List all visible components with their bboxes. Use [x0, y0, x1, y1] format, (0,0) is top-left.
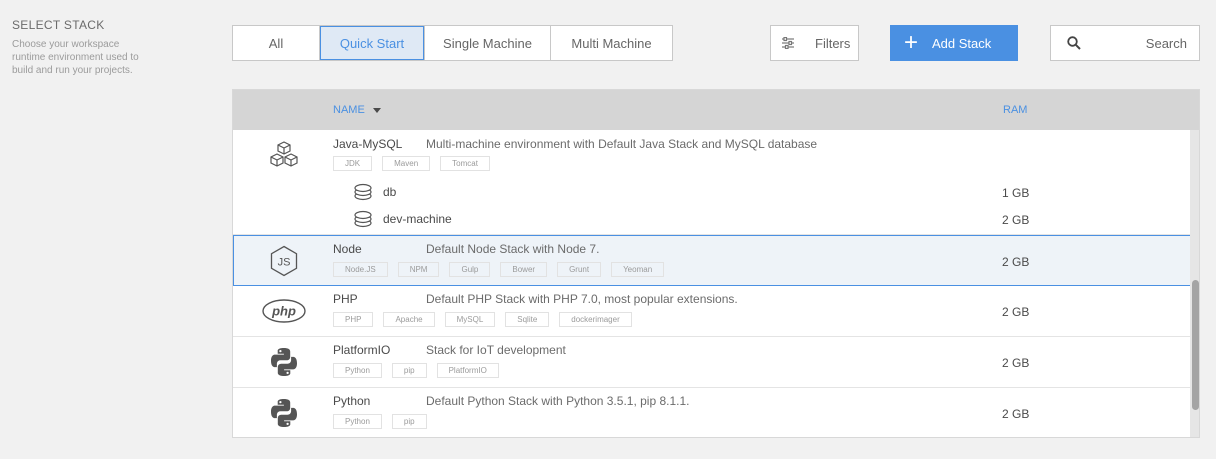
select-stack-panel: SELECT STACK Choose your workspace runti… [12, 18, 152, 77]
tag: Python [333, 414, 382, 429]
filters-button[interactable]: Filters [770, 25, 859, 61]
php-icon: php [259, 290, 309, 332]
tag: Apache [383, 312, 435, 327]
stack-row-php[interactable]: php PHP Default PHP Stack with PHP 7.0, … [233, 286, 1191, 337]
search-icon [1067, 36, 1081, 50]
table-scrollbar[interactable] [1190, 130, 1199, 437]
machine-row-db: db [353, 183, 396, 201]
database-icon [354, 183, 372, 201]
search-input[interactable] [1087, 35, 1187, 51]
tag: Maven [382, 156, 431, 171]
stack-row-platformio[interactable]: PlatformIO Stack for IoT development Pyt… [233, 337, 1191, 388]
stack-tags: PHP Apache MySQL Sqlite dockerimager [333, 312, 632, 327]
filter-single-machine-button[interactable]: Single Machine [425, 26, 551, 60]
tag: Grunt [557, 262, 602, 277]
filter-all-button[interactable]: All [233, 26, 320, 60]
stack-name: PlatformIO [333, 343, 391, 357]
filters-label: Filters [815, 35, 851, 51]
stack-row-node[interactable]: JS Node Default Node Stack with Node 7. … [233, 235, 1191, 286]
tag: Yeoman [611, 262, 665, 277]
column-name-label: NAME [333, 104, 365, 116]
plus-icon: + [904, 29, 919, 56]
cubes-icon [263, 136, 305, 178]
tag: Python [333, 363, 382, 378]
stack-ram: 2 GB [1002, 407, 1030, 421]
stack-ram: 2 GB [1002, 305, 1030, 319]
stack-tags: JDK Maven Tomcat [333, 156, 490, 171]
search-box [1050, 25, 1200, 61]
stack-name: PHP [333, 292, 358, 306]
machine-name: dev-machine [383, 212, 452, 226]
stack-description: Default PHP Stack with PHP 7.0, most pop… [426, 292, 738, 306]
python-icon [263, 341, 305, 383]
tag: MySQL [444, 312, 496, 327]
stack-description: Stack for IoT development [426, 343, 566, 357]
sort-caret-icon [372, 107, 381, 113]
tag: PlatformIO [436, 363, 499, 378]
nodejs-icon: JS [263, 240, 305, 282]
stack-description: Default Node Stack with Node 7. [426, 242, 600, 256]
stack-row-java-mysql[interactable]: Java-MySQL Multi-machine environment wit… [233, 130, 1191, 235]
machine-ram: 2 GB [1002, 213, 1030, 227]
tag: NPM [397, 262, 440, 277]
add-stack-button[interactable]: + Add Stack [890, 25, 1018, 61]
svg-text:php: php [271, 304, 296, 319]
tag: pip [391, 414, 427, 429]
machine-ram: 1 GB [1002, 186, 1030, 200]
stack-tags: Python pip [333, 414, 427, 429]
panel-description: Choose your workspace runtime environmen… [12, 39, 139, 76]
tag: Gulp [449, 262, 491, 277]
machine-row-dev-machine: dev-machine [353, 210, 452, 228]
tag: pip [391, 363, 427, 378]
panel-title: SELECT STACK [12, 18, 105, 32]
tag: PHP [333, 312, 374, 327]
table-header: NAME RAM [233, 90, 1199, 130]
tag: dockerimager [559, 312, 632, 327]
stack-name: Node [333, 242, 362, 256]
scrollbar-thumb[interactable] [1192, 280, 1199, 410]
tag: Node.JS [333, 262, 388, 277]
stack-name: Python [333, 394, 371, 408]
sliders-icon [782, 37, 794, 49]
svg-text:JS: JS [278, 257, 291, 269]
machine-name: db [383, 185, 397, 199]
column-header-ram[interactable]: RAM [1003, 104, 1027, 116]
tag: Bower [500, 262, 548, 277]
add-stack-label: Add Stack [932, 35, 992, 51]
stacks-table: NAME RAM Java-MySQL Multi-machine enviro… [232, 89, 1200, 438]
stack-description: Default Python Stack with Python 3.5.1, … [426, 394, 690, 408]
stack-tags: Node.JS NPM Gulp Bower Grunt Yeoman [333, 262, 665, 277]
stack-ram: 2 GB [1002, 255, 1030, 269]
column-header-name[interactable]: NAME [333, 104, 381, 116]
stack-description: Multi-machine environment with Default J… [426, 137, 818, 151]
stack-name: Java-MySQL [333, 137, 403, 151]
tag: Sqlite [505, 312, 550, 327]
database-icon [354, 210, 372, 228]
python-icon [263, 392, 305, 434]
stack-filter-tabs: All Quick Start Single Machine Multi Mac… [232, 25, 673, 61]
stack-ram: 2 GB [1002, 356, 1030, 370]
stack-row-python[interactable]: Python Default Python Stack with Python … [233, 388, 1191, 437]
tag: JDK [333, 156, 373, 171]
tag: Tomcat [440, 156, 490, 171]
filter-multi-machine-button[interactable]: Multi Machine [551, 26, 672, 60]
stack-tags: Python pip PlatformIO [333, 363, 499, 378]
filter-quick-start-button[interactable]: Quick Start [320, 26, 425, 60]
